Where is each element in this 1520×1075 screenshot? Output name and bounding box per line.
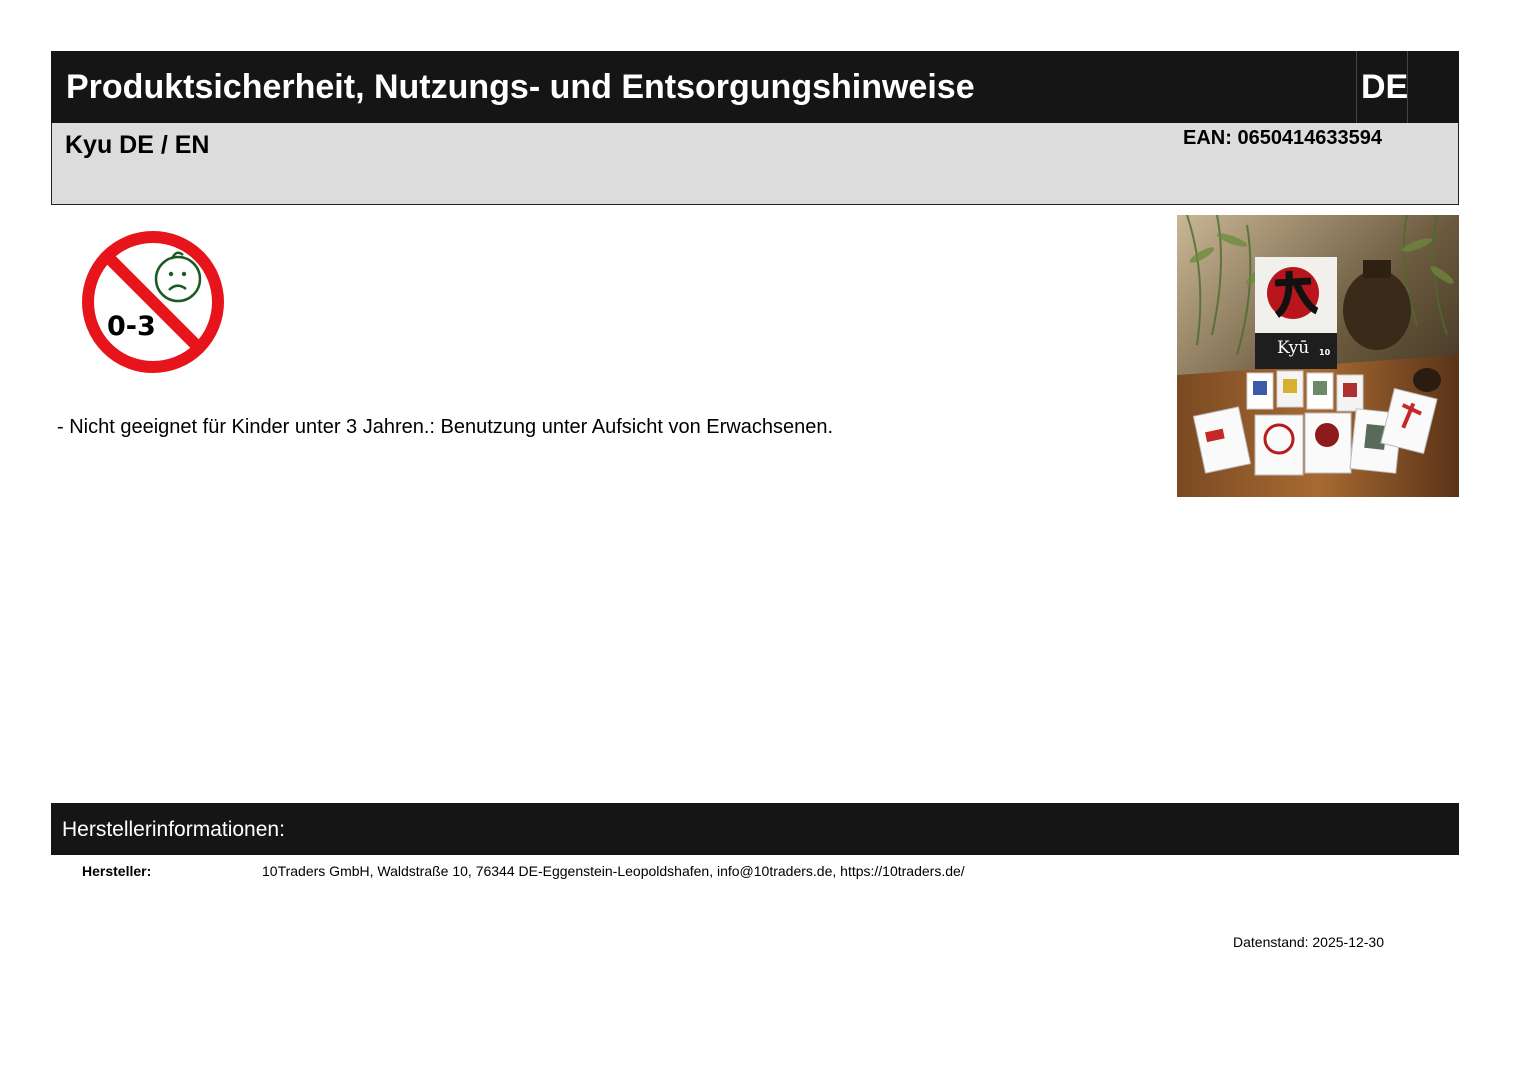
language-box: DE: [1356, 51, 1408, 123]
data-date: Datenstand: 2025-12-30: [1233, 934, 1384, 950]
age-range-label: 0-3: [107, 311, 156, 342]
manufacturer-label: Hersteller:: [82, 863, 152, 879]
box-title: Kyū: [1277, 338, 1309, 358]
page-title: Produktsicherheit, Nutzungs- und Entsorg…: [66, 68, 975, 106]
manufacturer-section-header: Herstellerinformationen:: [51, 803, 1459, 855]
language-code: DE: [1361, 68, 1409, 106]
header-bar: Produktsicherheit, Nutzungs- und Entsorg…: [51, 51, 1459, 123]
ean-code: EAN: 0650414633594: [1183, 127, 1383, 149]
manufacturer-section-title: Herstellerinformationen:: [62, 818, 285, 841]
no-under-3-icon: 0-3: [82, 231, 224, 373]
box-badge: 10: [1319, 348, 1331, 357]
product-photo-illustration: Kyū 10: [1177, 215, 1459, 497]
product-info-bar: Kyu DE / EN EAN: 0650414633594: [51, 123, 1459, 205]
product-photo: Kyū 10: [1177, 215, 1459, 497]
manufacturer-value: 10Traders GmbH, Waldstraße 10, 76344 DE-…: [262, 863, 965, 879]
age-warning-text: - Nicht geeignet für Kinder unter 3 Jahr…: [57, 416, 834, 438]
product-name: Kyu DE / EN: [65, 131, 210, 159]
